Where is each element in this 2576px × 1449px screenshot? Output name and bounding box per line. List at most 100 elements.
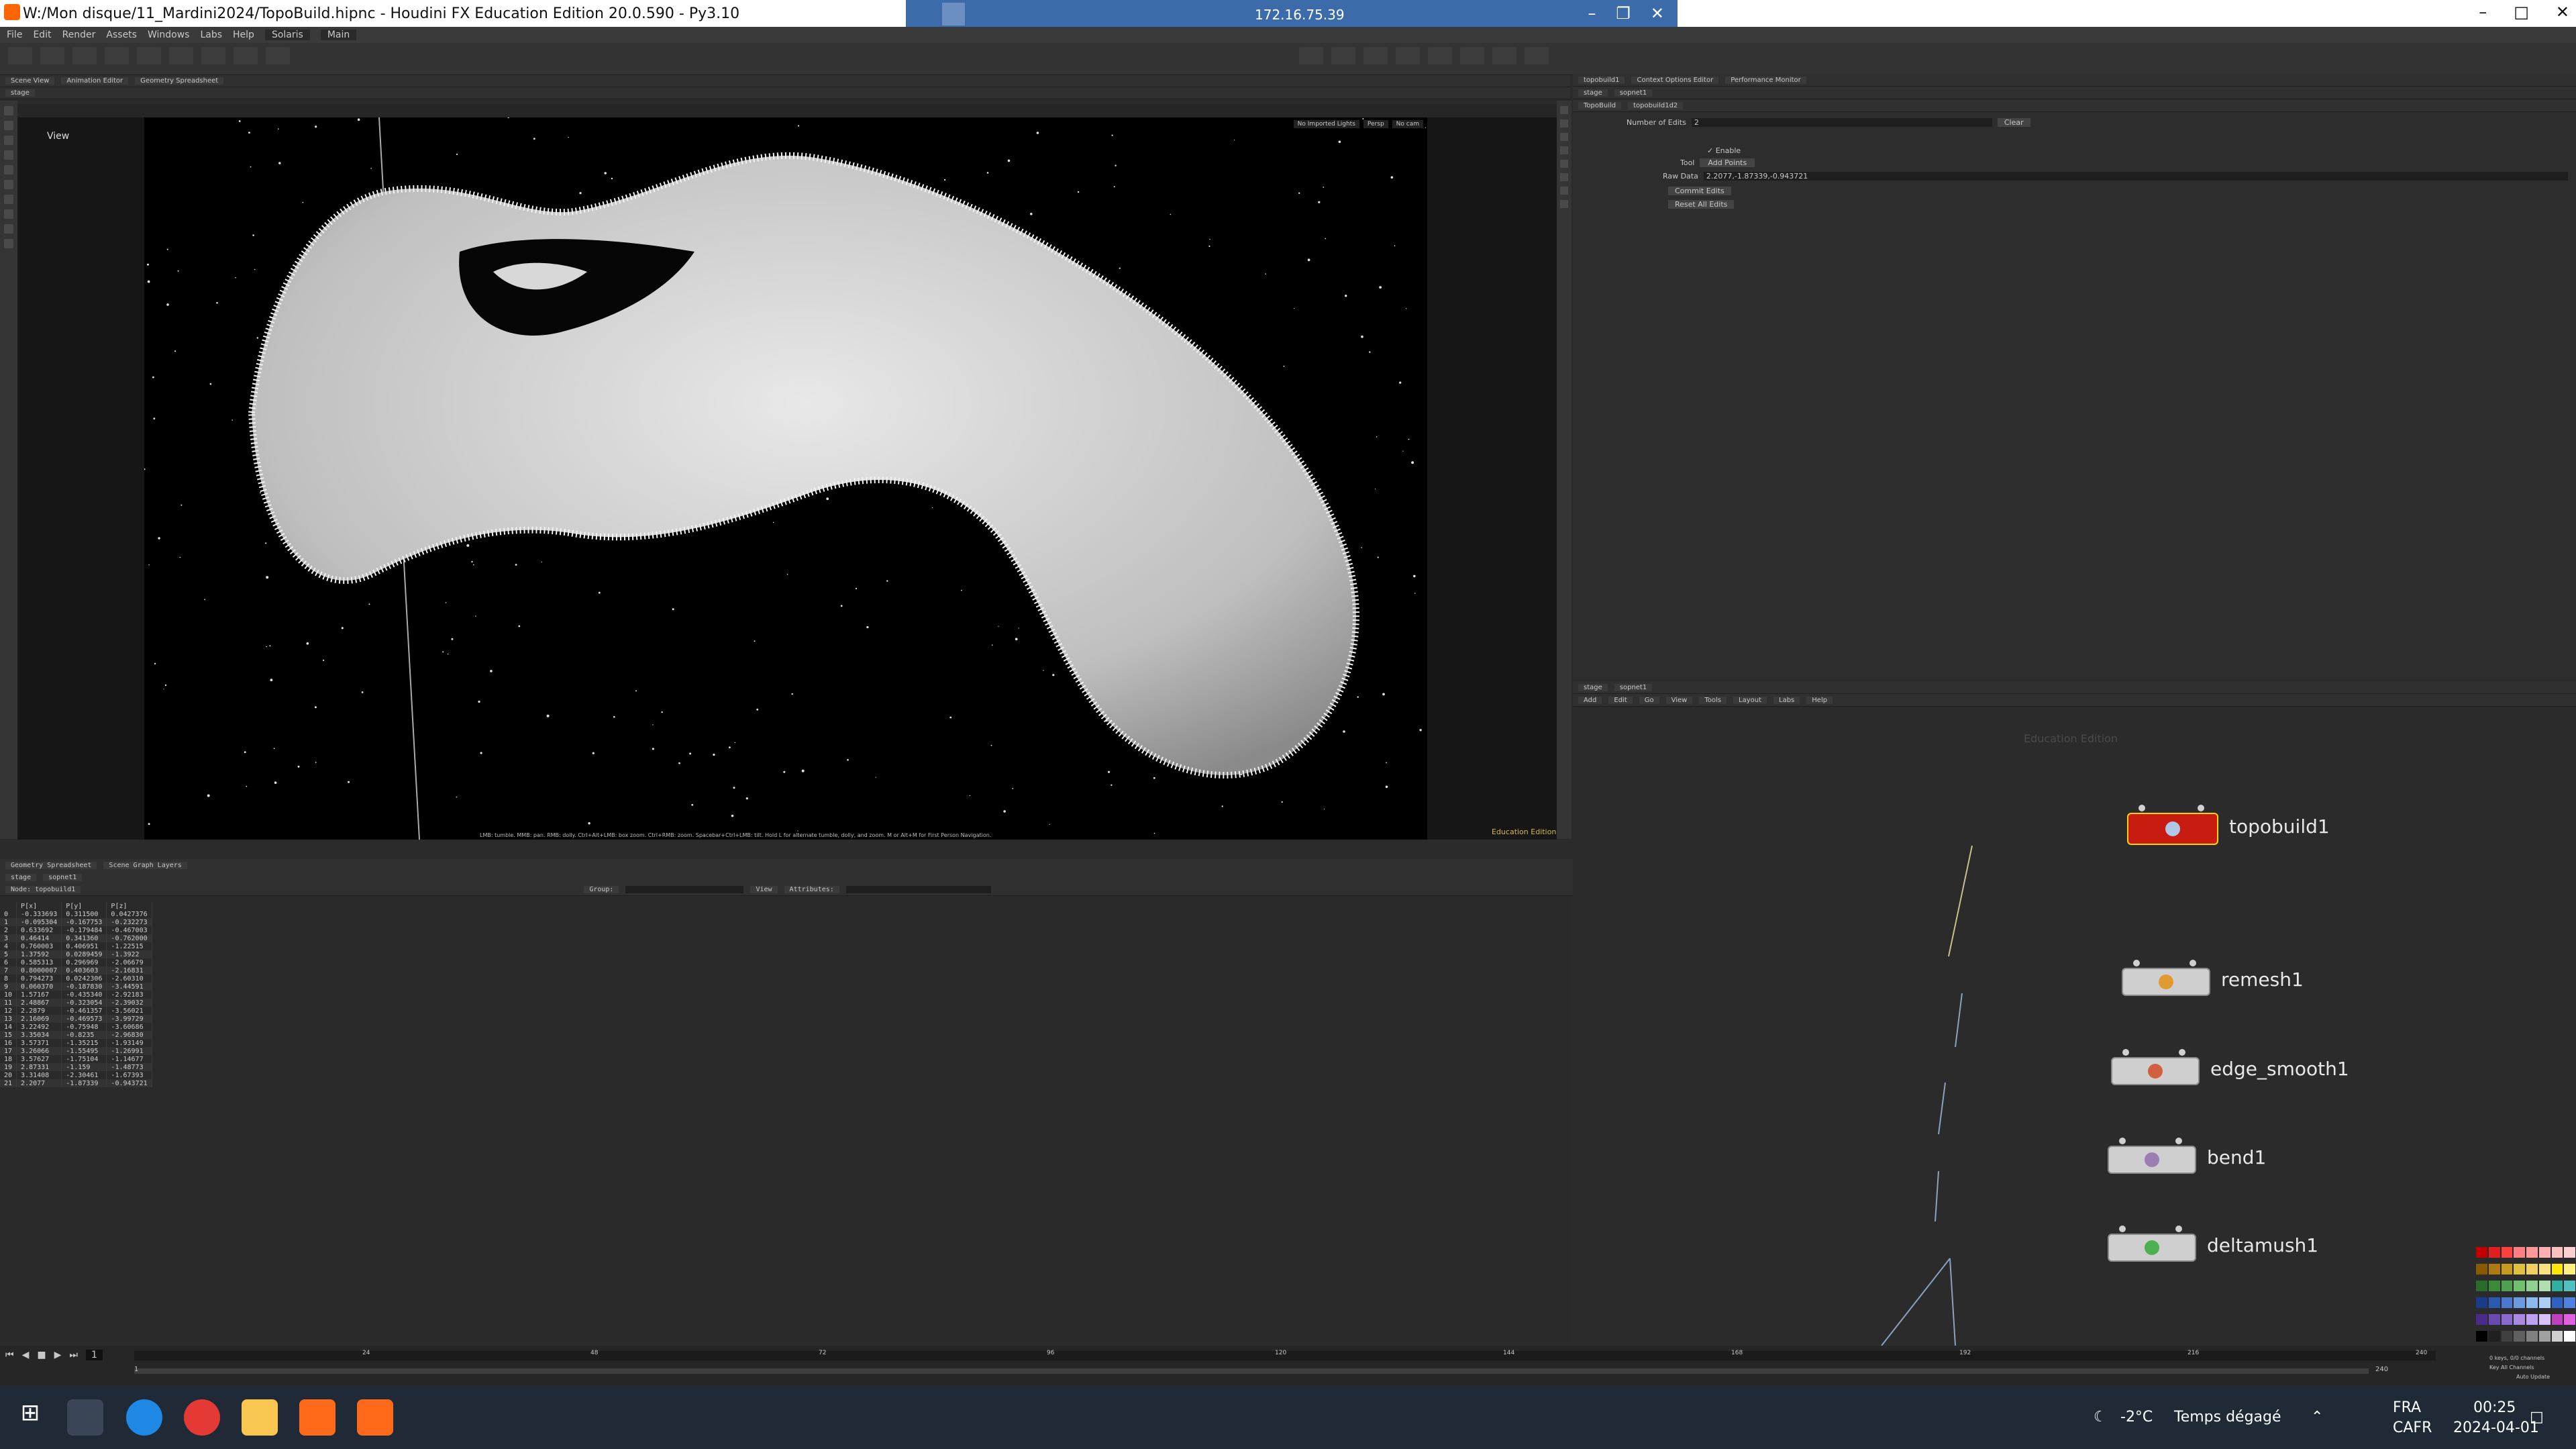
table-row[interactable]: 5 1.37592 0.0289459 -1.3922	[0, 950, 152, 958]
palette-swatch[interactable]	[2526, 1264, 2538, 1275]
palette-swatch[interactable]	[2514, 1281, 2525, 1291]
palette-swatch[interactable]	[2476, 1297, 2487, 1308]
palette-swatch[interactable]	[2476, 1331, 2487, 1342]
palette-swatch[interactable]	[2488, 1314, 2500, 1325]
shelf-tool[interactable]	[266, 47, 290, 64]
view-tool-icon[interactable]	[4, 195, 13, 204]
network-node[interactable]	[2111, 1057, 2200, 1085]
network-node[interactable]	[2122, 968, 2210, 996]
palette-swatch[interactable]	[2564, 1297, 2575, 1308]
tab-geometry-spreadsheet-2[interactable]: Geometry Spreadsheet	[5, 861, 97, 869]
palette-swatch[interactable]	[2501, 1331, 2513, 1342]
windows-start-icon[interactable]: ⊞	[12, 1399, 48, 1436]
palette-swatch[interactable]	[2488, 1264, 2500, 1275]
palette-swatch[interactable]	[2564, 1314, 2575, 1325]
table-row[interactable]: 13 2.16069 -0.469573 -3.99729	[0, 1015, 152, 1023]
reset-edits-button[interactable]: Reset All Edits	[1668, 200, 1735, 209]
tab-context-options[interactable]: Context Options Editor	[1631, 76, 1719, 84]
input-connector[interactable]	[2198, 805, 2204, 811]
network-editor[interactable]: stage sopnet1 Add Edit Go View Tools Lay…	[1573, 681, 2576, 1346]
minimize-icon[interactable]: –	[2479, 3, 2487, 21]
camera-menu[interactable]: No cam	[1392, 120, 1423, 128]
palette-swatch[interactable]	[2488, 1331, 2500, 1342]
palette-swatch[interactable]	[2514, 1247, 2525, 1258]
table-row[interactable]: 2 0.633692 -0.179484 -0.467003	[0, 926, 152, 934]
input-connector[interactable]	[2133, 960, 2140, 966]
commit-edits-button[interactable]: Commit Edits	[1668, 187, 1731, 195]
light-tool[interactable]	[1331, 47, 1355, 64]
palette-swatch[interactable]	[2488, 1281, 2500, 1291]
table-row[interactable]: 21 2.2077 -1.87339 -0.943721	[0, 1079, 152, 1087]
display-option-icon[interactable]	[1560, 187, 1568, 195]
range-start[interactable]: 1	[134, 1366, 138, 1373]
light-tool[interactable]	[1525, 47, 1549, 64]
auto-update[interactable]: Auto Update	[2516, 1374, 2550, 1380]
spreadsheet-subpath[interactable]: sopnet1	[43, 873, 83, 881]
palette-swatch[interactable]	[2476, 1281, 2487, 1291]
table-row[interactable]: 19 2.87331 -1.159 -1.48773	[0, 1063, 152, 1071]
display-option-icon[interactable]	[1560, 133, 1568, 141]
table-row[interactable]: 15 3.35034 -0.8235 -2.96830	[0, 1031, 152, 1039]
menu-labs[interactable]: Labs	[200, 30, 222, 40]
table-row[interactable]: 12 2.2879 -0.461357 -3.56021	[0, 1007, 152, 1015]
spreadsheet-path[interactable]: stage	[5, 873, 37, 881]
menu-render[interactable]: Render	[62, 30, 96, 40]
palette-swatch[interactable]	[2526, 1297, 2538, 1308]
remote-close-icon[interactable]: ✕	[1651, 4, 1664, 23]
table-row[interactable]: 4 0.760003 0.406951 -1.22515	[0, 942, 152, 950]
palette-swatch[interactable]	[2564, 1281, 2575, 1291]
play-icon[interactable]: ▶	[54, 1350, 62, 1360]
palette-swatch[interactable]	[2476, 1264, 2487, 1275]
table-row[interactable]: 18 3.57627 -1.75104 -1.14677	[0, 1055, 152, 1063]
display-option-icon[interactable]	[1560, 160, 1568, 168]
table-row[interactable]: 10 1.57167 -0.435340 -2.92183	[0, 991, 152, 999]
palette-swatch[interactable]	[2551, 1314, 2563, 1325]
palette-swatch[interactable]	[2514, 1264, 2525, 1275]
node-name[interactable]: topobuild1d2	[1628, 101, 1684, 109]
palette-swatch[interactable]	[2564, 1264, 2575, 1275]
display-option-icon[interactable]	[1560, 200, 1568, 208]
rotate-tool-icon[interactable]	[4, 136, 13, 145]
column-header[interactable]	[0, 902, 17, 910]
palette-swatch[interactable]	[2526, 1331, 2538, 1342]
menu-help[interactable]: Help	[233, 30, 254, 40]
pose-tool-icon[interactable]	[4, 180, 13, 189]
key-all-channels[interactable]: Key All Channels	[2489, 1364, 2534, 1370]
input-connector[interactable]	[2122, 1049, 2129, 1056]
desktop-selector[interactable]: Solaris	[264, 30, 310, 40]
tab-scene-graph-layers[interactable]: Scene Graph Layers	[103, 861, 187, 869]
houdini-taskbar-icon-2[interactable]	[357, 1399, 393, 1436]
node-label[interactable]: edge_smooth1	[2210, 1058, 2349, 1080]
remote-restore-icon[interactable]: ❐	[1616, 4, 1631, 23]
persp-menu[interactable]: Persp	[1363, 120, 1388, 128]
task-view-icon[interactable]	[67, 1399, 103, 1436]
palette-swatch[interactable]	[2526, 1247, 2538, 1258]
attributes-field[interactable]	[845, 885, 991, 893]
table-row[interactable]: 7 0.8000007 0.403603 -2.16831	[0, 966, 152, 975]
weather-temp[interactable]: -2°C	[2120, 1409, 2153, 1426]
palette-swatch[interactable]	[2564, 1247, 2575, 1258]
notifications-icon[interactable]: □	[2530, 1409, 2544, 1426]
magnet-tool-icon[interactable]	[4, 239, 13, 248]
input-connector[interactable]	[2139, 805, 2145, 811]
keyboard-layout[interactable]: CAFR	[2393, 1419, 2432, 1436]
remote-minimize-icon[interactable]: –	[1588, 4, 1596, 23]
clock-time[interactable]: 00:25	[2473, 1399, 2516, 1416]
node-label[interactable]: remesh1	[2221, 968, 2304, 991]
palette-swatch[interactable]	[2514, 1314, 2525, 1325]
input-connector[interactable]	[2119, 1138, 2126, 1144]
tab-performance-monitor[interactable]: Performance Monitor	[1725, 76, 1806, 84]
shelf-tool[interactable]	[169, 47, 193, 64]
table-row[interactable]: 3 0.46414 0.341360 -0.762000	[0, 934, 152, 942]
jump-end-icon[interactable]: ⏭	[69, 1350, 78, 1360]
palette-swatch[interactable]	[2564, 1331, 2575, 1342]
palette-swatch[interactable]	[2551, 1264, 2563, 1275]
input-connector[interactable]	[2119, 1226, 2126, 1232]
network-node[interactable]	[2127, 813, 2218, 845]
light-tool[interactable]	[1428, 47, 1452, 64]
table-row[interactable]: 11 2.48867 -0.323054 -2.39032	[0, 999, 152, 1007]
network-node[interactable]	[2108, 1146, 2196, 1174]
move-tool-icon[interactable]	[4, 121, 13, 130]
shelf-tool[interactable]	[8, 47, 32, 64]
table-row[interactable]: 17 3.26066 -1.55495 -1.26991	[0, 1047, 152, 1055]
